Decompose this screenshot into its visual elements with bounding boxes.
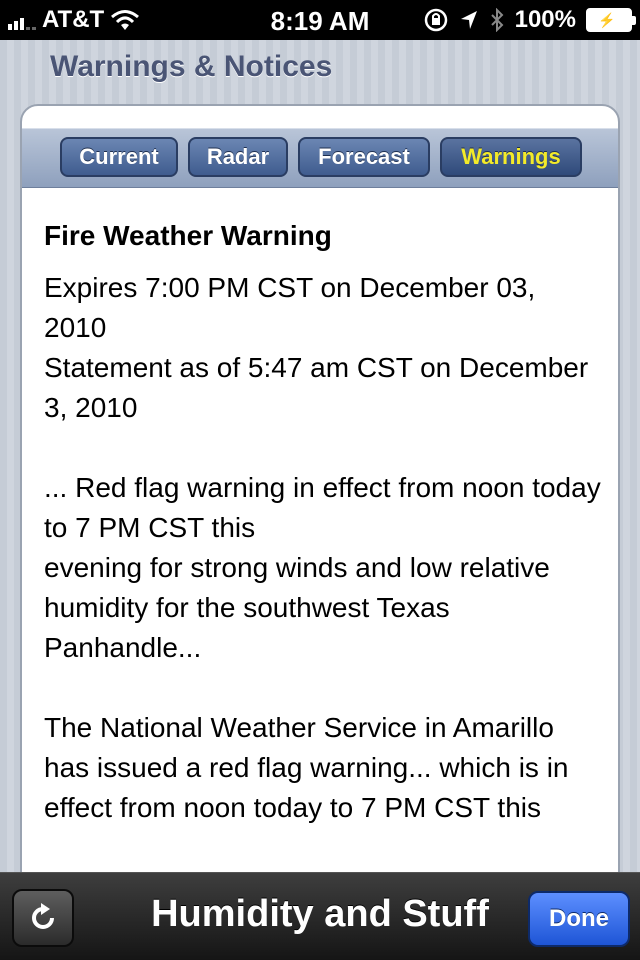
toolbar-title: Humidity and Stuff bbox=[151, 893, 489, 935]
tab-warnings[interactable]: Warnings bbox=[440, 137, 582, 177]
warning-content: Fire Weather Warning Expires 7:00 PM CST… bbox=[44, 216, 604, 868]
location-icon bbox=[460, 11, 477, 29]
content-card: Current Radar Forecast Warnings Fire Wea… bbox=[20, 104, 620, 904]
tab-current[interactable]: Current bbox=[60, 137, 178, 177]
tab-radar[interactable]: Radar bbox=[188, 137, 288, 177]
warning-title: Fire Weather Warning bbox=[44, 220, 332, 251]
warning-expiry-paragraph: Expires 7:00 PM CST on December 03, 2010… bbox=[44, 272, 589, 423]
status-bar: AT&T 8:19 AM 100% ⚡ bbox=[0, 0, 640, 40]
refresh-button[interactable] bbox=[12, 889, 74, 947]
bluetooth-icon bbox=[490, 8, 504, 32]
battery-percent: 100% bbox=[514, 6, 576, 33]
tab-bar: Current Radar Forecast Warnings bbox=[22, 128, 618, 188]
bottom-toolbar: Humidity and Stuff Done bbox=[0, 872, 640, 960]
warning-detail-paragraph: The National Weather Service in Amarillo… bbox=[44, 712, 569, 823]
tab-forecast[interactable]: Forecast bbox=[298, 137, 430, 177]
status-right: 100% ⚡ bbox=[423, 6, 636, 34]
done-button[interactable]: Done bbox=[528, 891, 630, 947]
warning-summary-paragraph: ... Red flag warning in effect from noon… bbox=[44, 472, 601, 663]
refresh-icon bbox=[32, 903, 54, 929]
page-title: Warnings & Notices bbox=[50, 50, 333, 83]
rotation-lock-icon bbox=[424, 8, 447, 32]
battery-icon: ⚡ bbox=[586, 8, 636, 32]
